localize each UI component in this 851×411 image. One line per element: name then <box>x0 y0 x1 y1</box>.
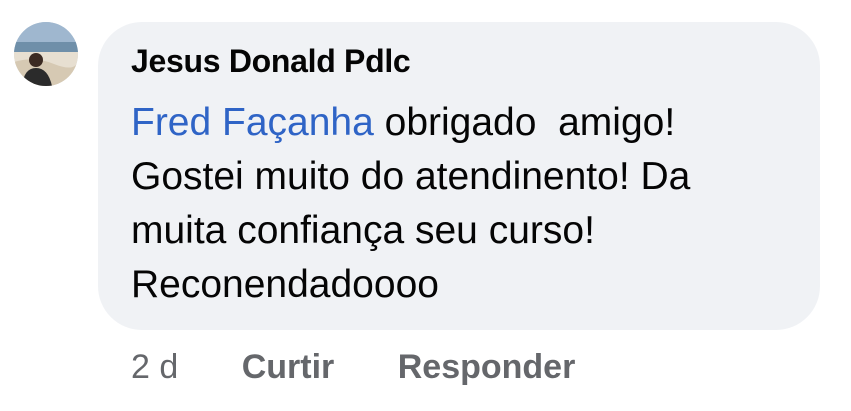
comment-actions: 2 d Curtir Responder <box>131 348 575 387</box>
comment-line-1: Fred Façanha obrigado amigo! <box>131 96 801 150</box>
comment-line-4: Reconendadoooo <box>131 263 439 306</box>
reply-button[interactable]: Responder <box>398 348 576 387</box>
comment-line-2: Gostei muito do atendinento! Da <box>131 155 691 198</box>
comment-timestamp[interactable]: 2 d <box>131 348 178 387</box>
comment-line-3: muita confiança seu curso! <box>131 209 595 252</box>
comment-line-1-text: obrigado amigo! <box>373 101 676 144</box>
comment-author[interactable]: Jesus Donald Pdlc <box>131 43 411 80</box>
mention-link[interactable]: Fred Façanha <box>131 101 374 144</box>
comment-text: Fred Façanha obrigado amigo! Gostei muit… <box>131 96 801 312</box>
avatar-photo <box>14 22 78 86</box>
avatar[interactable] <box>14 22 78 86</box>
like-button[interactable]: Curtir <box>242 348 335 387</box>
